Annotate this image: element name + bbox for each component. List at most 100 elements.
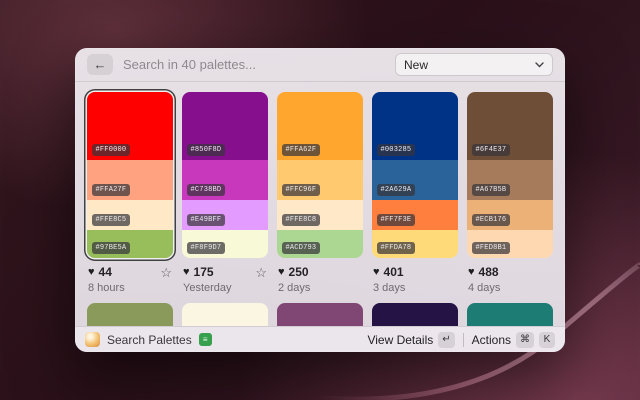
palette-age: 8 hours <box>87 282 173 294</box>
palette-row-1: #FF0000 #FFA27F #FFE8C5 #97BE5A ♥ 44 ☆ 8… <box>87 92 553 294</box>
likes-count: 401 <box>384 266 404 278</box>
hex-label: #2A629A <box>377 184 415 196</box>
palette-card[interactable] <box>372 303 458 326</box>
color-swatch[interactable]: #FFE8C5 <box>87 200 173 230</box>
color-swatch[interactable]: #E49BFF <box>182 200 268 230</box>
actions-label: Actions <box>472 333 511 347</box>
hex-label: #6F4E37 <box>472 144 510 156</box>
palette-item: #FFA62F #FFC96F #FFE8C8 #ACD793 ♥ 250 ☆ … <box>277 92 363 294</box>
k-key-icon: K <box>539 332 555 348</box>
action-bar: Search Palettes ≡ View Details ↵ Actions… <box>75 326 565 352</box>
color-swatch[interactable]: #FFA62F <box>277 92 363 160</box>
palette-meta: ♥ 175 ☆ <box>182 265 268 279</box>
heart-icon: ♥ <box>468 267 475 278</box>
hex-label: #97BE5A <box>92 242 130 254</box>
app-logo-icon <box>85 332 100 347</box>
extension-icon: ≡ <box>199 333 212 346</box>
color-swatch[interactable]: #ACD793 <box>277 230 363 258</box>
color-swatch[interactable]: #FF7F3E <box>372 200 458 230</box>
color-swatch[interactable]: #97BE5A <box>87 230 173 258</box>
palette-card[interactable] <box>277 303 363 326</box>
hex-label: #FFE8C8 <box>282 214 320 226</box>
palette-card[interactable]: #FFA62F #FFC96F #FFE8C8 #ACD793 <box>277 92 363 258</box>
palette-item: #003285 #2A629A #FF7F3E #FFDA78 ♥ 401 ☆ … <box>372 92 458 294</box>
hex-label: #F8F9D7 <box>187 242 225 254</box>
palette-card[interactable]: #003285 #2A629A #FF7F3E #FFDA78 <box>372 92 458 258</box>
chevron-down-icon <box>535 62 544 68</box>
color-swatch[interactable]: #FFC96F <box>277 160 363 200</box>
palette-meta: ♥ 250 ☆ <box>277 265 363 279</box>
likes-count: 488 <box>479 266 499 278</box>
hex-label: #A67B5B <box>472 184 510 196</box>
palette-meta: ♥ 401 ☆ <box>372 265 458 279</box>
palette-card[interactable]: #850F8D #C738BD #E49BFF #F8F9D7 <box>182 92 268 258</box>
search-input[interactable] <box>123 57 385 72</box>
hex-label: #FED8B1 <box>472 242 510 254</box>
sort-dropdown-value: New <box>404 58 428 72</box>
hex-label: #ACD793 <box>282 242 320 254</box>
palette-age: 4 days <box>467 282 553 294</box>
sort-dropdown[interactable]: New <box>395 53 553 76</box>
footer-divider <box>463 333 464 347</box>
palette-card[interactable] <box>182 303 268 326</box>
heart-icon: ♥ <box>373 267 380 278</box>
palette-grid: #FF0000 #FFA27F #FFE8C5 #97BE5A ♥ 44 ☆ 8… <box>75 82 565 326</box>
cmd-key-icon: ⌘ <box>516 332 534 348</box>
color-swatch[interactable]: #2A629A <box>372 160 458 200</box>
color-swatch[interactable]: #A67B5B <box>467 160 553 200</box>
hex-label: #003285 <box>377 144 415 156</box>
hex-label: #E49BFF <box>187 214 225 226</box>
hex-label: #850F8D <box>187 144 225 156</box>
heart-icon: ♥ <box>278 267 285 278</box>
hex-label: #FFA27F <box>92 184 130 196</box>
palette-age: Yesterday <box>182 282 268 294</box>
palette-meta: ♥ 488 ☆ <box>467 265 553 279</box>
palette-card[interactable]: #FF0000 #FFA27F #FFE8C5 #97BE5A <box>87 92 173 258</box>
color-swatch[interactable]: #FED8B1 <box>467 230 553 258</box>
palette-age: 2 days <box>277 282 363 294</box>
color-swatch[interactable]: #ECB176 <box>467 200 553 230</box>
hex-label: #FFA62F <box>282 144 320 156</box>
color-swatch[interactable]: #FFE8C8 <box>277 200 363 230</box>
footer-actions: View Details ↵ Actions ⌘ K <box>367 332 555 348</box>
search-bar: ← New <box>75 48 565 82</box>
palette-card[interactable]: #6F4E37 #A67B5B #ECB176 #FED8B1 <box>467 92 553 258</box>
color-swatch[interactable]: #FFDA78 <box>372 230 458 258</box>
likes-count: 175 <box>194 266 214 278</box>
hex-label: #FF0000 <box>92 144 130 156</box>
actions-menu-button[interactable]: Actions ⌘ K <box>472 332 555 348</box>
hex-label: #FF7F3E <box>377 214 415 226</box>
arrow-left-icon: ← <box>94 57 107 72</box>
star-icon[interactable]: ☆ <box>255 266 267 279</box>
hex-label: #ECB176 <box>472 214 510 226</box>
hex-label: #FFDA78 <box>377 242 415 254</box>
palette-age: 3 days <box>372 282 458 294</box>
color-swatch[interactable]: #850F8D <box>182 92 268 160</box>
palette-item: #FF0000 #FFA27F #FFE8C5 #97BE5A ♥ 44 ☆ 8… <box>87 92 173 294</box>
color-swatch[interactable]: #6F4E37 <box>467 92 553 160</box>
view-details-action[interactable]: View Details ↵ <box>367 332 454 348</box>
color-swatch[interactable]: #FFA27F <box>87 160 173 200</box>
hex-label: #FFE8C5 <box>92 214 130 226</box>
palette-row-2 <box>87 303 553 326</box>
hex-label: #C738BD <box>187 184 225 196</box>
launcher-window: ← New #FF0000 #FFA27F #FFE8C5 #97BE5A ♥ <box>75 48 565 352</box>
color-swatch[interactable]: #C738BD <box>182 160 268 200</box>
likes-count: 250 <box>289 266 309 278</box>
palette-meta: ♥ 44 ☆ <box>87 265 173 279</box>
enter-key-icon: ↵ <box>438 332 454 348</box>
palette-item: #850F8D #C738BD #E49BFF #F8F9D7 ♥ 175 ☆ … <box>182 92 268 294</box>
back-button[interactable]: ← <box>87 54 113 75</box>
heart-icon: ♥ <box>88 267 95 278</box>
palette-item: #6F4E37 #A67B5B #ECB176 #FED8B1 ♥ 488 ☆ … <box>467 92 553 294</box>
palette-card[interactable] <box>467 303 553 326</box>
color-swatch[interactable]: #FF0000 <box>87 92 173 160</box>
color-swatch[interactable]: #F8F9D7 <box>182 230 268 258</box>
color-swatch[interactable]: #003285 <box>372 92 458 160</box>
heart-icon: ♥ <box>183 267 190 278</box>
hex-label: #FFC96F <box>282 184 320 196</box>
view-details-label: View Details <box>367 333 433 347</box>
star-icon[interactable]: ☆ <box>160 266 172 279</box>
palette-card[interactable] <box>87 303 173 326</box>
likes-count: 44 <box>99 266 112 278</box>
